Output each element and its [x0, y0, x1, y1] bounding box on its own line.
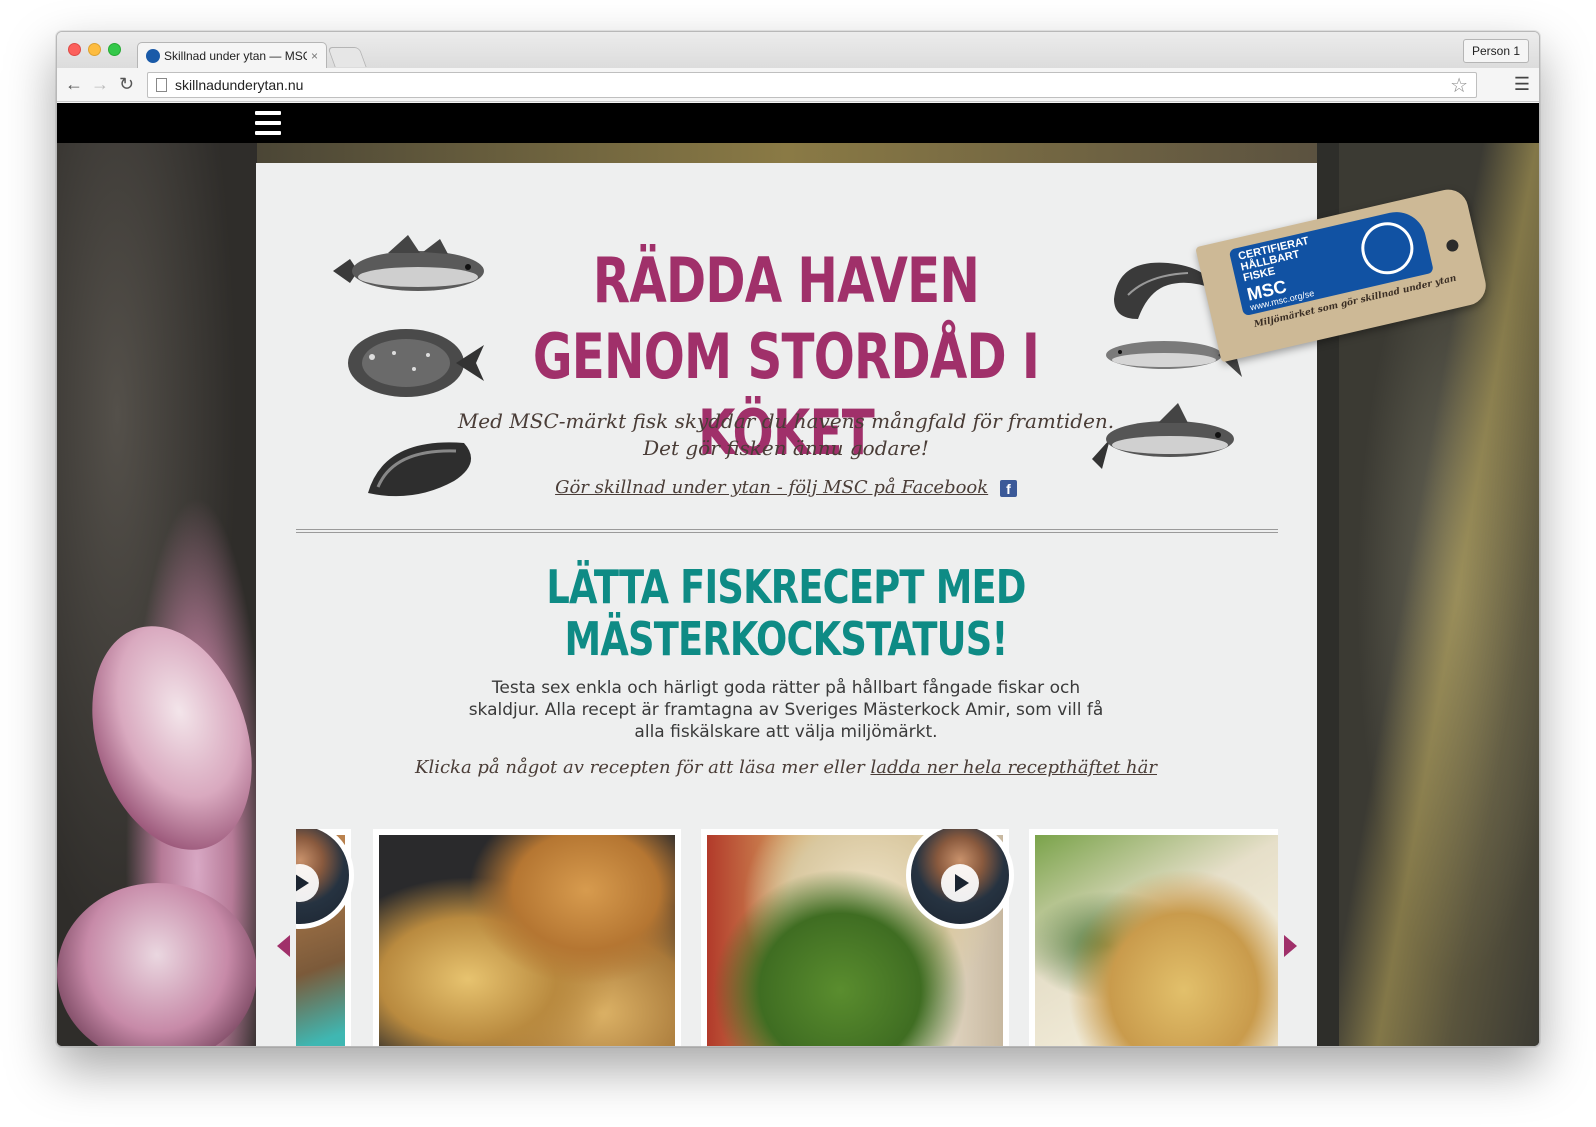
- hamburger-icon[interactable]: [255, 111, 281, 135]
- bookmark-star-icon[interactable]: ☆: [1450, 73, 1468, 98]
- play-icon[interactable]: [941, 863, 979, 902]
- recipe-carousel: [296, 829, 1278, 1046]
- close-window-button[interactable]: [68, 43, 81, 56]
- forward-arrow-icon[interactable]: →: [91, 74, 109, 94]
- recipe-image[interactable]: [1035, 835, 1278, 1046]
- title-bar: Skillnad under ytan — MSC × Person 1: [57, 32, 1539, 69]
- background-top-photo: [257, 143, 1317, 163]
- recipe-card[interactable]: [1029, 829, 1278, 1046]
- recipes-cta: Klicka på något av recepten för att läsa…: [376, 757, 1196, 778]
- minimize-window-button[interactable]: [88, 43, 101, 56]
- section-divider: [296, 529, 1278, 533]
- arrow-right-icon[interactable]: [1284, 935, 1297, 957]
- tag-hole: [1445, 238, 1460, 253]
- tab-close-icon[interactable]: ×: [311, 49, 318, 63]
- arrow-left-icon[interactable]: [277, 935, 290, 957]
- msc-checkmark-icon: [1356, 217, 1419, 280]
- recipes-description: Testa sex enkla och härligt goda rätter …: [468, 678, 1104, 742]
- url-text[interactable]: skillnadunderytan.nu: [175, 77, 1450, 93]
- download-recipes-link[interactable]: ladda ner hela recepthäftet här: [870, 757, 1157, 778]
- recipes-title-line2: MÄSTERKOCKSTATUS!: [564, 612, 1009, 666]
- msc-favicon-icon: [146, 49, 160, 63]
- recipes-title: LÄTTA FISKRECEPT MED MÄSTERKOCKSTATUS!: [546, 561, 1026, 665]
- back-arrow-icon[interactable]: ←: [65, 74, 83, 94]
- reload-icon[interactable]: ↻: [119, 74, 134, 94]
- tab-title: Skillnad under ytan — MSC: [164, 49, 307, 63]
- recipe-card[interactable]: [373, 829, 681, 1046]
- hero-subtitle-line2: Det gör fisken ännu godare!: [643, 436, 929, 460]
- page-icon: [156, 78, 167, 92]
- browser-menu-icon[interactable]: ☰: [1514, 74, 1530, 95]
- recipes-cta-text: Klicka på något av recepten för att läsa…: [415, 757, 871, 778]
- facebook-link[interactable]: Gör skillnad under ytan - följ MSC på Fa…: [555, 477, 988, 498]
- flatfish-illustration-icon: [344, 323, 489, 403]
- browser-tab[interactable]: Skillnad under ytan — MSC ×: [137, 42, 327, 69]
- content-panel: RÄDDA HAVEN GENOM STORDÅD I KÖKET Med MS…: [256, 163, 1317, 1046]
- hero-subtitle: Med MSC-märkt fisk skyddar du havens mån…: [436, 408, 1136, 462]
- profile-button[interactable]: Person 1: [1462, 39, 1529, 63]
- recipes-title-line1: LÄTTA FISKRECEPT MED: [546, 560, 1026, 614]
- browser-window: Skillnad under ytan — MSC × Person 1 ← →…: [56, 31, 1540, 1047]
- zoom-window-button[interactable]: [108, 43, 121, 56]
- facebook-icon[interactable]: f: [999, 479, 1017, 497]
- play-icon[interactable]: [296, 863, 319, 902]
- recipe-image[interactable]: [379, 835, 675, 1046]
- page-viewport: RÄDDA HAVEN GENOM STORDÅD I KÖKET Med MS…: [57, 103, 1539, 1046]
- site-top-bar: [57, 103, 1539, 143]
- browser-toolbar: ← → ↻ skillnadunderytan.nu ☆ ☰: [57, 68, 1539, 102]
- new-tab-button[interactable]: [327, 47, 367, 67]
- facebook-link-row: Gör skillnad under ytan - följ MSC på Fa…: [436, 477, 1136, 498]
- address-bar[interactable]: skillnadunderytan.nu ☆: [147, 72, 1477, 98]
- hero-subtitle-line1: Med MSC-märkt fisk skyddar du havens mån…: [457, 409, 1115, 433]
- cod-illustration-icon: [328, 231, 493, 303]
